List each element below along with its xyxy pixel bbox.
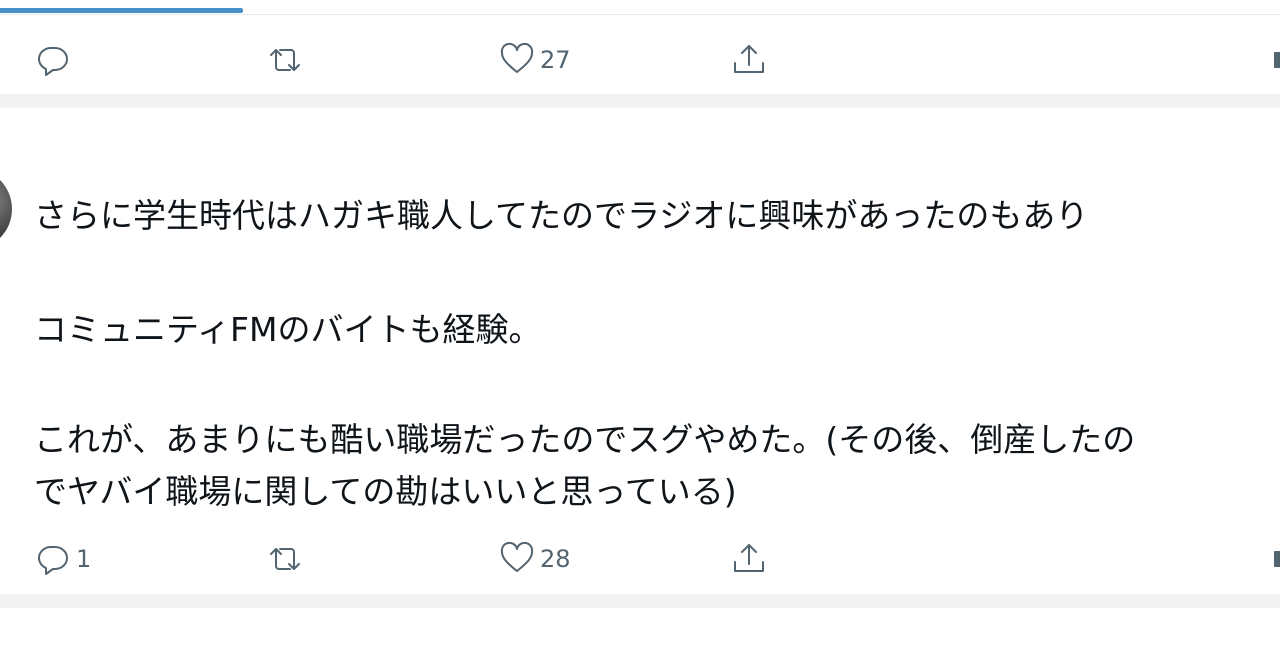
heart-icon (500, 541, 534, 572)
tweet-separator (0, 594, 1280, 608)
retweet-button[interactable] (266, 537, 308, 581)
retweet-icon (270, 548, 300, 570)
reply-icon (38, 47, 68, 76)
reply-icon (38, 546, 68, 575)
tweet-text-line: でヤバイ職場に関しての勘はいいと思っている) (34, 472, 737, 511)
share-icon (734, 45, 764, 73)
timeline-page: 27 さらに学生時代はハガキ職人してたのでラジオに興味があったのもあり コミュニ… (0, 0, 1280, 671)
tweet-text-line: コミュニティFMのバイトも経験。 (34, 310, 542, 349)
like-count: 28 (540, 545, 571, 573)
tweet-separator (0, 94, 1280, 108)
heart-icon (500, 42, 534, 73)
progress-bar (0, 8, 243, 13)
like-button[interactable]: 27 (498, 38, 571, 82)
tweet-text-line: さらに学生時代はハガキ職人してたのでラジオに興味があったのもあり (34, 196, 1089, 235)
more-icon[interactable] (1274, 551, 1280, 567)
tweet-text-line: これが、あまりにも酷い職場だったのでスグやめた。(その後、倒産したの (34, 420, 1136, 459)
divider (0, 14, 1280, 15)
tweet-action-bar: 27 (0, 38, 1280, 82)
reply-button[interactable]: 1 (34, 537, 91, 581)
like-button[interactable]: 28 (498, 537, 571, 581)
like-count: 27 (540, 46, 571, 74)
retweet-icon (270, 49, 300, 71)
reply-button[interactable] (34, 38, 76, 82)
retweet-button[interactable] (266, 38, 308, 82)
share-button[interactable] (730, 38, 768, 82)
tweet-action-bar: 1 28 (0, 537, 1280, 581)
more-icon[interactable] (1274, 52, 1280, 68)
share-button[interactable] (730, 537, 768, 581)
reply-count: 1 (76, 545, 92, 573)
avatar[interactable] (0, 168, 12, 250)
share-icon (734, 544, 764, 572)
